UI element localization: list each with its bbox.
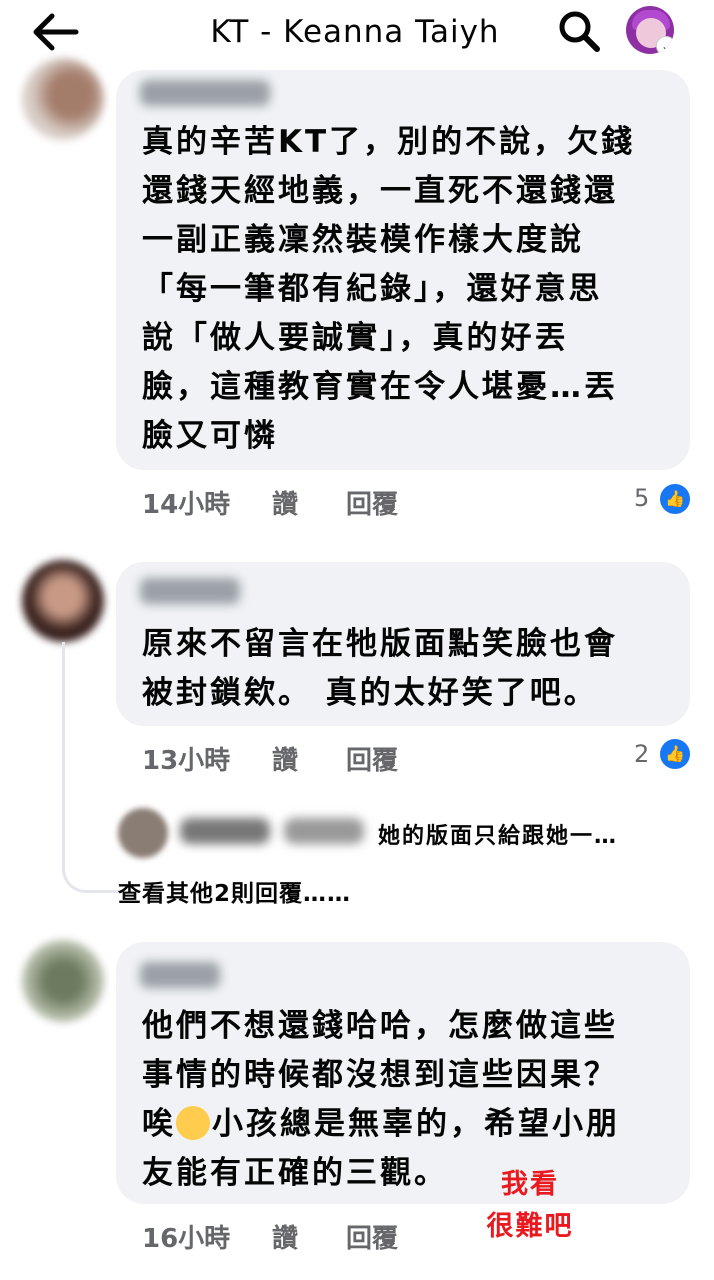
commenter-name[interactable] bbox=[140, 578, 240, 604]
comment-time: 14小時 bbox=[142, 490, 231, 520]
chevron-down-icon: ⌄ bbox=[656, 36, 674, 54]
commenter-name[interactable] bbox=[140, 80, 270, 106]
reply-button[interactable]: 回覆 bbox=[346, 740, 398, 777]
reaction-count[interactable]: 2 bbox=[634, 740, 649, 768]
top-bar: KT - Keanna Taiyh ⌄ bbox=[0, 0, 714, 64]
comment-text: 他們不想還錢哈哈，怎麼做這些 事情的時候都沒想到這些因果？ 唉小孩總是無辜的，希望小… bbox=[142, 1002, 682, 1198]
reply-button[interactable]: 回覆 bbox=[346, 1218, 398, 1255]
comment-segment: 唉 bbox=[142, 1106, 176, 1142]
view-more-replies-link[interactable]: 查看其他2則回覆…… bbox=[118, 874, 351, 908]
comment-text: 原來不留言在牠版面點笑臉也會 被封鎖欸。 真的太好笑了吧。 bbox=[142, 626, 618, 711]
comment-line: 友能有正確的三觀。 bbox=[142, 1155, 448, 1191]
commenter-avatar[interactable] bbox=[22, 560, 104, 642]
reaction-count[interactable]: 5 bbox=[634, 484, 649, 512]
reply-author-name[interactable] bbox=[180, 818, 270, 844]
comment-line: 他們不想還錢哈哈，怎麼做這些 bbox=[142, 1008, 618, 1044]
reply-avatar[interactable] bbox=[118, 808, 168, 858]
like-thumb-icon: 👍 bbox=[658, 737, 692, 771]
blushing-emoji bbox=[176, 1106, 210, 1140]
annotation-line: 我看 bbox=[501, 1169, 559, 1200]
back-arrow-icon[interactable] bbox=[30, 10, 80, 54]
comment-line: 事情的時候都沒想到這些因果？ bbox=[142, 1057, 618, 1093]
comment-text: 真的辛苦KT了，別的不說，欠錢 還錢天經地義，一直死不還錢還 一副正義凜然裝模作… bbox=[142, 124, 636, 454]
commenter-name[interactable] bbox=[140, 962, 220, 988]
comment-time: 16小時 bbox=[142, 1224, 231, 1254]
like-button[interactable]: 讚 bbox=[272, 1218, 298, 1255]
like-button[interactable]: 讚 bbox=[272, 484, 298, 521]
page-title: KT - Keanna Taiyh bbox=[210, 14, 500, 50]
reply-author-name[interactable] bbox=[284, 818, 364, 844]
comment-time: 13小時 bbox=[142, 746, 231, 776]
reply-button[interactable]: 回覆 bbox=[346, 484, 398, 521]
commenter-avatar[interactable] bbox=[22, 940, 104, 1022]
commenter-avatar[interactable] bbox=[22, 58, 104, 140]
comment-line: 唉小孩總是無辜的，希望小朋 bbox=[142, 1100, 682, 1149]
comment-segment: 小孩總是無辜的，希望小朋 bbox=[212, 1106, 620, 1142]
annotation-line: 很難吧 bbox=[486, 1211, 574, 1242]
profile-avatar[interactable]: ⌄ bbox=[626, 6, 674, 54]
like-thumb-icon: 👍 bbox=[658, 482, 692, 516]
like-button[interactable]: 讚 bbox=[272, 740, 298, 777]
thread-line bbox=[62, 642, 119, 893]
handwritten-annotation: 我看 很難吧 bbox=[470, 1164, 590, 1248]
search-icon[interactable] bbox=[556, 8, 602, 54]
reply-preview-text[interactable]: 她的版面只給跟她一… bbox=[378, 818, 618, 850]
